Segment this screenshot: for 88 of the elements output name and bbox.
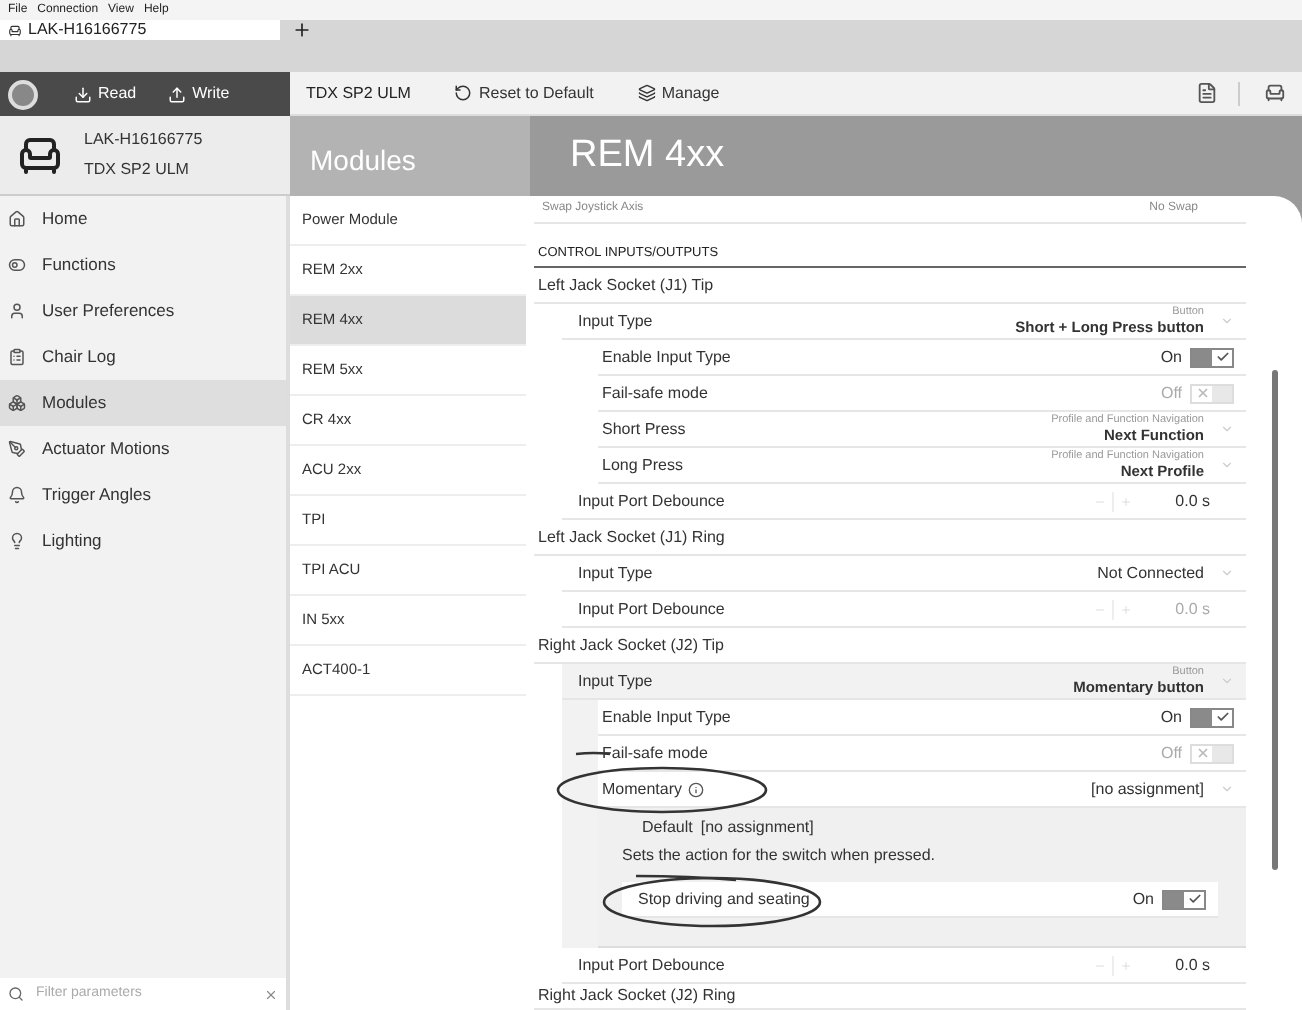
parameter-label: Enable Input Type (602, 705, 731, 729)
document-tab[interactable]: LAK-H16166775 (0, 20, 280, 40)
download-icon (74, 85, 92, 103)
toggle-value: Off (1160, 741, 1182, 765)
bell-icon (8, 486, 26, 504)
page-header: REM 4xx (530, 116, 1302, 196)
dropdown-value: [no assignment] (1091, 781, 1204, 797)
scrollbar[interactable] (1271, 370, 1277, 870)
parameter-label: Short Press (602, 417, 686, 441)
search-icon (8, 986, 24, 1002)
toggle-icon (8, 256, 26, 274)
sidebar-item[interactable]: Lighting (0, 518, 286, 564)
logo-icon (8, 79, 38, 109)
sidebar-item[interactable]: User Preferences (0, 288, 286, 334)
chevron-down-icon (1220, 422, 1234, 436)
write-button[interactable]: Write (168, 82, 230, 106)
check-icon (1215, 710, 1229, 724)
device-model: TDX SP2 ULM (84, 158, 191, 182)
clipboard-icon (8, 348, 26, 366)
check-icon (1187, 892, 1201, 906)
annotation-line (636, 874, 737, 882)
parameter-dropdown[interactable]: [no assignment] (1091, 781, 1234, 797)
chevron-down-icon (1220, 314, 1234, 328)
group-title: Right Jack Socket (J2) Ring (538, 984, 736, 1008)
toggle-value: On (1160, 705, 1182, 729)
plus-icon (1120, 603, 1132, 615)
sidebar-item[interactable]: Modules (0, 380, 286, 426)
rotate-icon (454, 84, 473, 102)
reset-button[interactable]: Reset to Default (454, 81, 594, 105)
parameter-label: Input Port Debounce (578, 489, 725, 513)
parameter-dropdown[interactable]: Not Connected (1097, 565, 1234, 581)
read-button[interactable]: Read (74, 82, 137, 106)
parameter-label: Fail-safe mode (602, 741, 708, 765)
plus-icon (1120, 495, 1132, 507)
user-icon (8, 302, 26, 320)
check-icon (1215, 350, 1229, 364)
chevron-down-icon (1220, 674, 1234, 688)
plus-icon (1120, 959, 1132, 971)
toggle-value: On (1132, 887, 1154, 911)
toggle-value: On (1160, 345, 1182, 369)
manage-button[interactable]: Manage (637, 81, 720, 105)
toggle-value: Off (1160, 381, 1182, 405)
sidebar-item[interactable]: Trigger Angles (0, 472, 286, 518)
default-value: [no assignment] (700, 816, 814, 840)
upload-icon (168, 85, 187, 103)
parameter-label: Input Type (578, 561, 653, 585)
parameter-label: Enable Input Type (602, 345, 731, 369)
description-text: Sets the action for the switch when pressed. (622, 846, 936, 864)
option-label: Stop driving and seating (638, 887, 810, 911)
toggle-switch[interactable] (1190, 347, 1234, 367)
chevron-down-icon (1220, 566, 1234, 580)
sidebar-item[interactable]: Actuator Motions (0, 426, 286, 472)
stepper-value: 0.0 s (1173, 953, 1212, 977)
layers-icon (637, 84, 656, 102)
sidebar-item[interactable]: Chair Log (0, 334, 286, 380)
dropdown-value: Not Connected (1097, 565, 1204, 581)
stepper-value: 0.0 s (1173, 597, 1212, 621)
toggle-switch[interactable] (1162, 889, 1206, 909)
lightbulb-icon (8, 532, 26, 550)
parameter-label: Fail-safe mode (602, 381, 708, 405)
document-icon[interactable] (1196, 82, 1218, 104)
parameter-label: Momentary (602, 777, 683, 801)
clear-icon[interactable] (264, 987, 278, 1001)
parameter-label: Input Port Debounce (578, 597, 725, 621)
pen-icon (8, 440, 26, 458)
toggle-switch[interactable] (1190, 707, 1234, 727)
boxes-icon (8, 394, 26, 412)
x-icon (1195, 746, 1209, 760)
x-icon (1195, 386, 1209, 400)
sidebar-item[interactable]: Home (0, 196, 286, 242)
sidebar-item[interactable]: Functions (0, 242, 286, 288)
default-label: Default (642, 816, 693, 840)
device-name: LAK-H16166775 (84, 128, 203, 152)
parameter-label: Input Type (578, 309, 653, 333)
chevron-down-icon (1220, 458, 1234, 472)
group-title: Right Jack Socket (J2) Tip (538, 633, 724, 657)
group-title: Left Jack Socket (J1) Tip (538, 273, 714, 297)
home-icon (8, 210, 26, 228)
info-icon[interactable] (688, 781, 705, 797)
new-tab-icon[interactable] (292, 20, 312, 40)
parameter-label: Input Port Debounce (578, 953, 725, 977)
parameter-label: Long Press (602, 453, 683, 477)
chevron-down-icon (1220, 782, 1234, 796)
parameter-label: Input Type (578, 669, 653, 693)
stepper-value: 0.0 s (1173, 489, 1212, 513)
group-title: Left Jack Socket (J1) Ring (538, 525, 725, 549)
modules-header: Modules (290, 116, 530, 196)
device-model-label: TDX SP2 ULM (306, 81, 411, 105)
